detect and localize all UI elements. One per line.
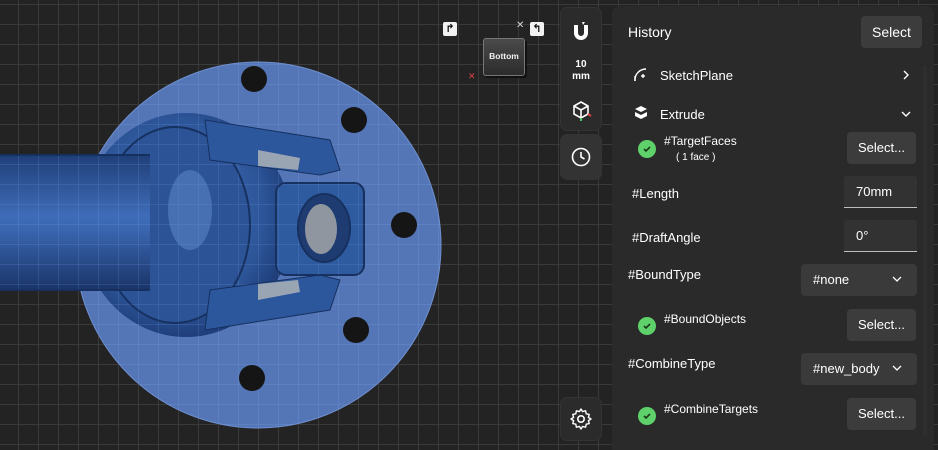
target-faces-label: #TargetFaces (664, 134, 737, 148)
history-item-label: SketchPlane (660, 68, 733, 83)
combine-type-label: #CombineType (628, 356, 716, 371)
close-icon[interactable]: ✕ (516, 20, 524, 31)
target-faces-select-button[interactable]: Select... (847, 132, 916, 164)
view-cube[interactable]: Bottom (483, 38, 525, 76)
target-faces-count: ( 1 face ) (676, 152, 716, 163)
view-orientation-button[interactable] (561, 92, 601, 128)
view-cube-face-label: Bottom (489, 51, 519, 61)
bound-objects-check-icon (638, 317, 656, 335)
draft-angle-input[interactable]: 0° (844, 220, 917, 252)
chevron-down-icon (892, 276, 902, 282)
snap-distance-button[interactable]: 10 mm (561, 54, 601, 88)
axis-x-icon: ✕ (468, 71, 476, 81)
history-panel: History Select SketchPlane Extrude #Targ… (612, 6, 934, 450)
bound-objects-label: #BoundObjects (664, 312, 747, 326)
settings-strip (561, 398, 601, 440)
combine-targets-check-icon (638, 407, 656, 425)
extrude-icon (635, 106, 647, 119)
rotate-right-icon[interactable]: ↰ (530, 22, 544, 36)
cube-axes-icon (573, 101, 592, 121)
rotate-left-icon[interactable]: ↱ (443, 22, 457, 36)
target-faces-check-icon (638, 140, 656, 158)
panel-title: History (628, 24, 672, 40)
history-item-extrude[interactable]: Extrude (620, 98, 920, 130)
gear-icon (570, 408, 592, 430)
draft-angle-label: #DraftAngle (632, 230, 701, 245)
combine-targets-label: #CombineTargets (664, 402, 759, 416)
length-input[interactable]: 70mm (844, 176, 917, 208)
history-select-button[interactable]: Select (861, 16, 922, 48)
clock-icon (571, 147, 591, 167)
viewport-toolbar: 10 mm (561, 8, 601, 130)
snap-value: 10 (575, 59, 587, 70)
history-item-sketchplane[interactable]: SketchPlane (620, 60, 920, 92)
sketch-plane-icon (634, 68, 647, 82)
shaft (0, 154, 150, 291)
length-label: #Length (632, 186, 679, 201)
bound-type-label: #BoundType (628, 267, 702, 282)
panel-scrollbar[interactable] (923, 66, 927, 436)
snap-toggle-button[interactable] (561, 12, 601, 52)
combine-targets-select-button[interactable]: Select... (847, 398, 916, 430)
chevron-down-icon (901, 111, 911, 117)
bound-objects-select-button[interactable]: Select... (847, 309, 916, 341)
history-toggle-strip (561, 135, 601, 179)
history-toggle-button[interactable] (561, 137, 601, 177)
combine-type-value: #new_body (813, 361, 880, 376)
chevron-down-icon (892, 365, 902, 371)
magnet-icon (574, 22, 588, 40)
bound-type-dropdown[interactable]: #none (801, 264, 917, 296)
snap-unit: mm (572, 71, 590, 82)
bound-type-value: #none (813, 272, 850, 287)
combine-type-dropdown[interactable]: #new_body (801, 353, 917, 385)
chevron-right-icon (903, 70, 909, 80)
settings-button[interactable] (561, 398, 601, 440)
history-item-label: Extrude (660, 107, 705, 122)
